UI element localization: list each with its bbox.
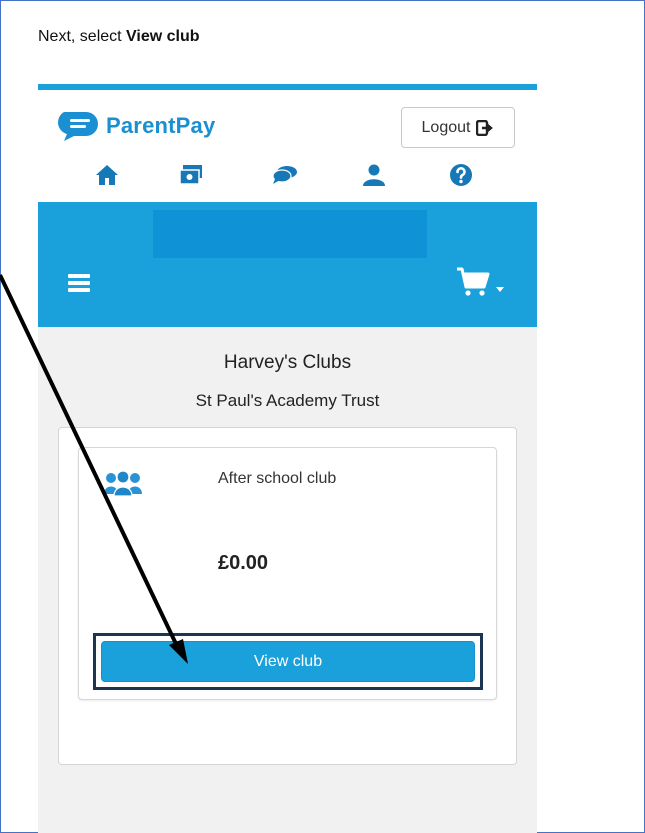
nav-icon-bar [38, 161, 537, 189]
group-icon [103, 470, 143, 501]
view-club-highlight: View club [93, 633, 483, 690]
chevron-down-icon [496, 279, 504, 297]
logout-button[interactable]: Logout [401, 107, 515, 148]
view-club-button[interactable]: View club [101, 641, 475, 682]
cart-menu[interactable] [456, 267, 504, 302]
club-price: £0.00 [218, 552, 269, 574]
banner-placeholder [153, 210, 427, 258]
instruction-emphasis: View club [126, 28, 200, 45]
hamburger-menu-icon[interactable] [68, 274, 90, 297]
page-title: Harvey's Clubs [223, 352, 352, 373]
instruction-prefix: Next, select [38, 28, 127, 45]
parentpay-app: ParentPay Logout Harvey's Clubs St Paul'… [38, 84, 537, 833]
messages-icon[interactable] [271, 161, 299, 189]
parentpay-logo[interactable]: ParentPay [56, 108, 215, 144]
shopping-cart-icon [456, 267, 490, 302]
parentpay-logo-icon [56, 110, 98, 142]
help-icon[interactable] [447, 161, 475, 189]
club-card: After school club £0.00 View club [78, 447, 497, 700]
payments-icon[interactable] [177, 161, 205, 189]
organisation-name: St Paul's Academy Trust [195, 391, 380, 410]
logout-icon [476, 119, 494, 136]
logout-label: Logout [421, 118, 471, 136]
instruction-text: Next, select View club [38, 28, 200, 46]
club-name: After school club [218, 470, 337, 487]
app-header: ParentPay Logout [38, 90, 537, 202]
home-icon[interactable] [93, 161, 121, 189]
app-banner [38, 202, 537, 327]
logo-text: ParentPay [106, 113, 216, 138]
profile-icon[interactable] [360, 161, 388, 189]
